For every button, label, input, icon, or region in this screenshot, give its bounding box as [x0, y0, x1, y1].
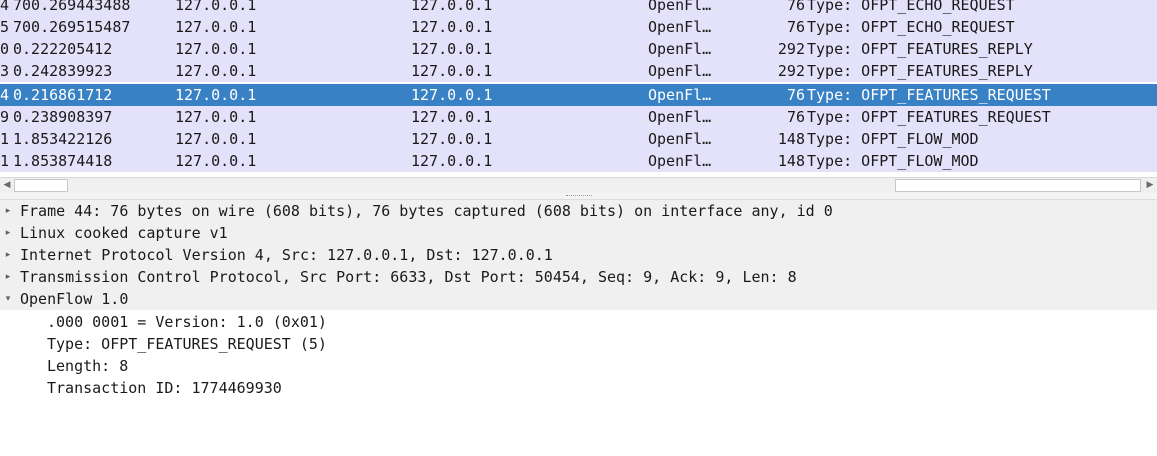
packet-info: Type: OFPT_FEATURES_REPLY	[807, 40, 1033, 58]
packet-time: 0.242839923	[13, 62, 113, 80]
packet-destination: 127.0.0.1	[411, 152, 493, 170]
packet-protocol: OpenFl…	[648, 62, 712, 80]
packet-row[interactable]: 5 700.269515487 127.0.0.1 127.0.0.1 Open…	[0, 16, 1157, 38]
tree-field-label: Type: OFPT_FEATURES_REQUEST (5)	[47, 335, 327, 353]
packet-number: 1	[0, 130, 10, 148]
packet-time: 0.222205412	[13, 40, 113, 58]
collapse-arrow-icon[interactable]: ▾	[2, 288, 14, 310]
tree-field-type[interactable]: Type: OFPT_FEATURES_REQUEST (5)	[0, 333, 1157, 355]
triangle-left-icon[interactable]: ◀	[0, 178, 14, 193]
packet-length: 148	[777, 130, 805, 148]
expand-arrow-icon[interactable]: ▸	[2, 200, 14, 222]
packet-source: 127.0.0.1	[175, 0, 257, 14]
tree-item-label: Linux cooked capture v1	[20, 224, 228, 242]
packet-row-selected[interactable]: 4 0.216861712 127.0.0.1 127.0.0.1 OpenFl…	[0, 84, 1157, 106]
packet-time: 1.853874418	[13, 152, 113, 170]
packet-destination: 127.0.0.1	[411, 0, 493, 14]
packet-info: Type: OFPT_FLOW_MOD	[807, 130, 979, 148]
packet-time: 700.269515487	[13, 18, 131, 36]
packet-list[interactable]: 4 700.269443488 127.0.0.1 127.0.0.1 Open…	[0, 0, 1157, 176]
packet-number: 5	[0, 18, 10, 36]
tree-item-tcp[interactable]: ▸ Transmission Control Protocol, Src Por…	[0, 266, 1157, 288]
packet-length: 76	[786, 86, 805, 104]
pane-splitter[interactable]	[0, 193, 1157, 200]
packet-protocol: OpenFl…	[648, 0, 712, 14]
packet-info: Type: OFPT_ECHO_REQUEST	[807, 18, 1015, 36]
packet-info: Type: OFPT_FEATURES_REPLY	[807, 62, 1033, 80]
triangle-right-icon[interactable]: ▶	[1143, 178, 1157, 193]
tree-item-label: Frame 44: 76 bytes on wire (608 bits), 7…	[20, 202, 833, 220]
packet-source: 127.0.0.1	[175, 86, 257, 104]
packet-time: 700.269443488	[13, 0, 131, 14]
packet-protocol: OpenFl…	[648, 86, 712, 104]
packet-number: 3	[0, 62, 10, 80]
expand-arrow-icon[interactable]: ▸	[2, 222, 14, 244]
packet-protocol: OpenFl…	[648, 130, 712, 148]
packet-number: 1	[0, 152, 10, 170]
packet-details-tree[interactable]: ▸ Frame 44: 76 bytes on wire (608 bits),…	[0, 200, 1157, 456]
packet-time: 0.216861712	[13, 86, 113, 104]
packet-row[interactable]: 1 1.853874418 127.0.0.1 127.0.0.1 OpenFl…	[0, 150, 1157, 172]
packet-length: 76	[786, 0, 805, 14]
tree-item-frame[interactable]: ▸ Frame 44: 76 bytes on wire (608 bits),…	[0, 200, 1157, 222]
packet-length: 76	[786, 108, 805, 126]
packet-info: Type: OFPT_ECHO_REQUEST	[807, 0, 1015, 14]
expand-arrow-icon[interactable]: ▸	[2, 244, 14, 266]
packet-protocol: OpenFl…	[648, 40, 712, 58]
packet-number: 9	[0, 108, 10, 126]
tree-field-length[interactable]: Length: 8	[0, 355, 1157, 377]
packet-protocol: OpenFl…	[648, 108, 712, 126]
tree-field-version[interactable]: .000 0001 = Version: 1.0 (0x01)	[0, 311, 1157, 333]
tree-item-ipv4[interactable]: ▸ Internet Protocol Version 4, Src: 127.…	[0, 244, 1157, 266]
tree-field-transaction-id[interactable]: Transaction ID: 1774469930	[0, 377, 1157, 399]
horizontal-scrollbar[interactable]: ◀ ▶	[0, 177, 1157, 193]
expand-arrow-icon[interactable]: ▸	[2, 266, 14, 288]
packet-row[interactable]: 9 0.238908397 127.0.0.1 127.0.0.1 OpenFl…	[0, 106, 1157, 128]
packet-info: Type: OFPT_FEATURES_REQUEST	[807, 86, 1051, 104]
packet-source: 127.0.0.1	[175, 130, 257, 148]
packet-row[interactable]: 0 0.222205412 127.0.0.1 127.0.0.1 OpenFl…	[0, 38, 1157, 60]
tree-field-label: Transaction ID: 1774469930	[47, 379, 282, 397]
packet-destination: 127.0.0.1	[411, 86, 493, 104]
tree-item-linux-cooked-capture[interactable]: ▸ Linux cooked capture v1	[0, 222, 1157, 244]
packet-destination: 127.0.0.1	[411, 62, 493, 80]
packet-source: 127.0.0.1	[175, 108, 257, 126]
packet-protocol: OpenFl…	[648, 152, 712, 170]
tree-field-label: .000 0001 = Version: 1.0 (0x01)	[47, 313, 327, 331]
packet-source: 127.0.0.1	[175, 18, 257, 36]
packet-info: Type: OFPT_FLOW_MOD	[807, 152, 979, 170]
packet-source: 127.0.0.1	[175, 62, 257, 80]
packet-time: 1.853422126	[13, 130, 113, 148]
packet-destination: 127.0.0.1	[411, 18, 493, 36]
packet-row[interactable]: 3 0.242839923 127.0.0.1 127.0.0.1 OpenFl…	[0, 60, 1157, 82]
scrollbar-thumb[interactable]	[14, 179, 68, 192]
packet-destination: 127.0.0.1	[411, 130, 493, 148]
packet-row[interactable]: 4 700.269443488 127.0.0.1 127.0.0.1 Open…	[0, 0, 1157, 16]
packet-info: Type: OFPT_FEATURES_REQUEST	[807, 108, 1051, 126]
packet-length: 292	[777, 62, 805, 80]
tree-field-label: Length: 8	[47, 357, 129, 375]
tree-item-openflow[interactable]: ▾ OpenFlow 1.0	[0, 288, 1157, 310]
packet-length: 76	[786, 18, 805, 36]
tree-item-label: Internet Protocol Version 4, Src: 127.0.…	[20, 246, 553, 264]
tree-item-label: Transmission Control Protocol, Src Port:…	[20, 268, 797, 286]
packet-length: 148	[777, 152, 805, 170]
packet-time: 0.238908397	[13, 108, 113, 126]
scrollbar-track-segment[interactable]	[895, 179, 1141, 192]
packet-destination: 127.0.0.1	[411, 108, 493, 126]
packet-number: 4	[0, 0, 10, 14]
packet-number: 0	[0, 40, 10, 58]
splitter-grip[interactable]	[566, 195, 592, 197]
packet-source: 127.0.0.1	[175, 40, 257, 58]
packet-source: 127.0.0.1	[175, 152, 257, 170]
packet-length: 292	[777, 40, 805, 58]
packet-protocol: OpenFl…	[648, 18, 712, 36]
packet-number: 4	[0, 86, 10, 104]
packet-row[interactable]: 1 1.853422126 127.0.0.1 127.0.0.1 OpenFl…	[0, 128, 1157, 150]
tree-item-label: OpenFlow 1.0	[20, 290, 129, 308]
packet-destination: 127.0.0.1	[411, 40, 493, 58]
